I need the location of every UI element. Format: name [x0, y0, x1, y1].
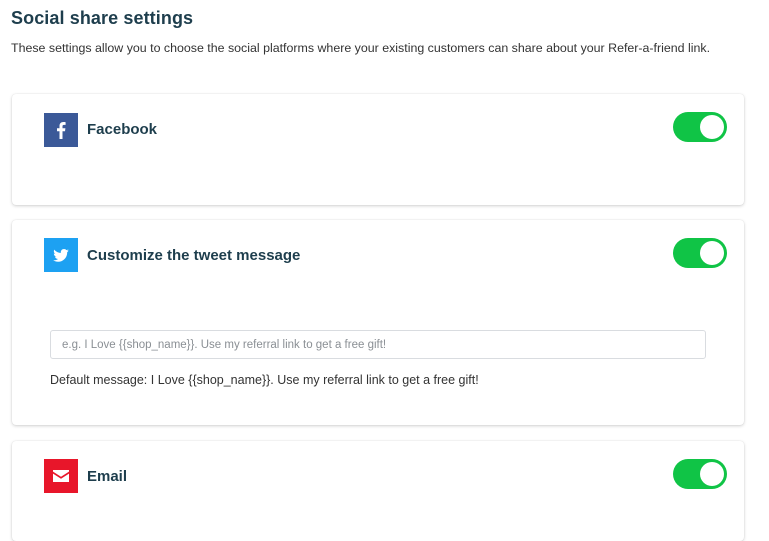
default-message-hint: Default message: I Love {{shop_name}}. U…	[50, 373, 479, 387]
twitter-card: Customize the tweet message Default mess…	[12, 220, 744, 425]
facebook-toggle[interactable]	[673, 112, 727, 142]
email-card: Email	[12, 441, 744, 541]
twitter-icon	[44, 238, 78, 272]
tweet-message-input[interactable]	[50, 330, 706, 359]
facebook-label: Facebook	[87, 121, 158, 138]
toggle-knob	[700, 115, 724, 139]
facebook-icon	[44, 113, 78, 147]
twitter-label: Customize the tweet message	[87, 247, 301, 264]
email-label: Email	[87, 468, 128, 485]
toggle-knob	[700, 241, 724, 265]
facebook-card: Facebook	[12, 94, 744, 205]
page-title: Social share settings	[11, 8, 194, 28]
page-description: These settings allow you to choose the s…	[11, 41, 711, 55]
email-toggle[interactable]	[673, 459, 727, 489]
twitter-toggle[interactable]	[673, 238, 727, 268]
envelope-icon	[44, 459, 78, 493]
toggle-knob	[700, 462, 724, 486]
